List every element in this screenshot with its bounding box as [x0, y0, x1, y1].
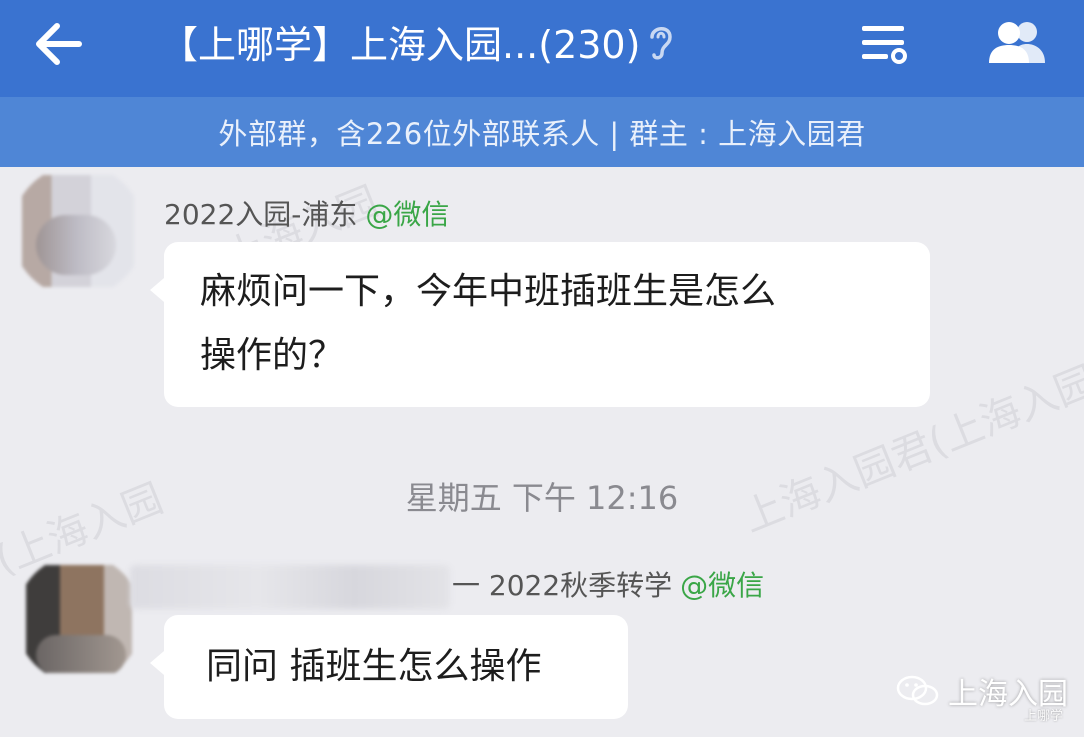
- blurred-name: [130, 565, 450, 609]
- group-members-button[interactable]: [982, 14, 1054, 70]
- back-button[interactable]: [28, 14, 88, 74]
- message-sender: 2022入园-浦东 @微信: [164, 193, 449, 233]
- group-members-icon: [989, 22, 1045, 63]
- chat-area[interactable]: 上海入园君(上海入园 (上海入园 上海入园 2022入园-浦东 @微信 麻烦问一下…: [0, 167, 1084, 737]
- sender-avatar[interactable]: [26, 565, 132, 673]
- group-info-text: 外部群，含226位外部联系人 | 群主 : 上海入园君: [218, 117, 866, 151]
- settings-lines-icon: [862, 26, 907, 64]
- message-sender: 一 2022秋季转学 @微信: [452, 564, 764, 604]
- sender-name: 2022入园-浦东: [164, 198, 358, 231]
- group-info-bar[interactable]: 外部群，含226位外部联系人 | 群主 : 上海入园君: [0, 97, 1084, 167]
- group-settings-button[interactable]: [856, 16, 912, 72]
- brand-subtitle: 上哪学: [1024, 709, 1064, 724]
- sender-name: 一 2022秋季转学: [452, 569, 673, 602]
- ear-icon: [646, 21, 676, 61]
- sender-source: @微信: [365, 198, 450, 231]
- message-text: 操作的？: [200, 335, 345, 376]
- message-text: 麻烦问一下，今年中班插班生是怎么: [200, 271, 777, 312]
- message-bubble[interactable]: 同问 插班生怎么操作: [150, 615, 628, 719]
- message-bubble[interactable]: 麻烦问一下，今年中班插班生是怎么 操作的？: [150, 242, 930, 407]
- arrow-left-icon: [36, 23, 82, 65]
- top-bar: 【上哪学】上海入园...(230): [0, 0, 1084, 97]
- sender-source: @微信: [680, 569, 765, 602]
- message-text: 同问 插班生怎么操作: [206, 646, 542, 687]
- wechat-icon: [896, 675, 939, 706]
- chat-title-area[interactable]: 【上哪学】上海入园...(230): [160, 10, 676, 72]
- message-timestamp: 星期五 下午 12:16: [405, 479, 679, 517]
- chat-title: 【上哪学】上海入园...(230): [160, 22, 641, 67]
- sender-avatar[interactable]: [22, 175, 134, 287]
